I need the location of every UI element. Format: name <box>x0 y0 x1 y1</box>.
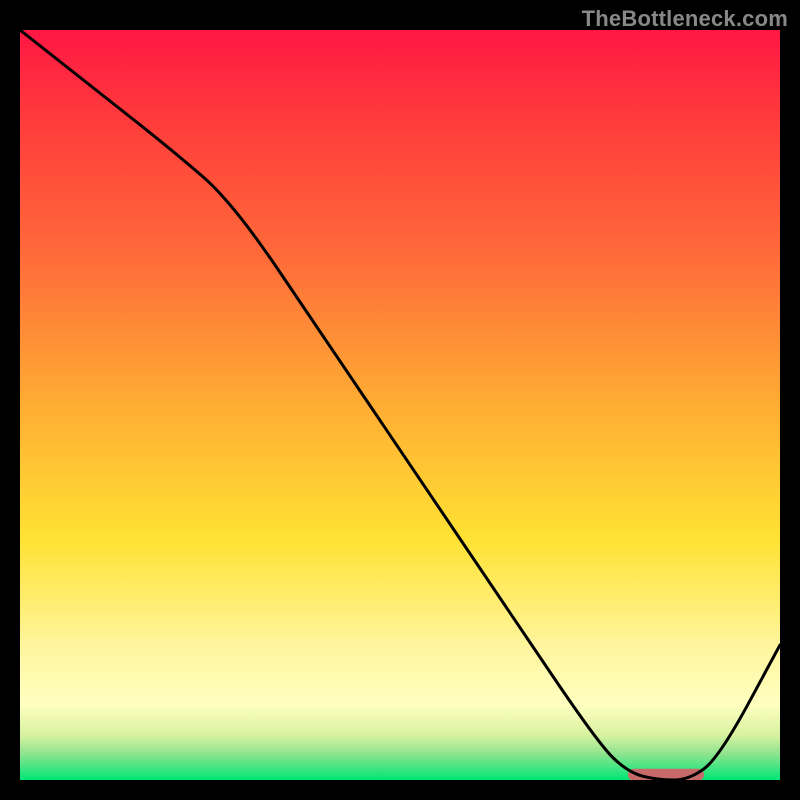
chart-frame: TheBottleneck.com <box>0 0 800 800</box>
plot-area <box>20 30 780 780</box>
plot-svg <box>20 30 780 780</box>
watermark-label: TheBottleneck.com <box>582 6 788 32</box>
gradient-background <box>20 30 780 780</box>
